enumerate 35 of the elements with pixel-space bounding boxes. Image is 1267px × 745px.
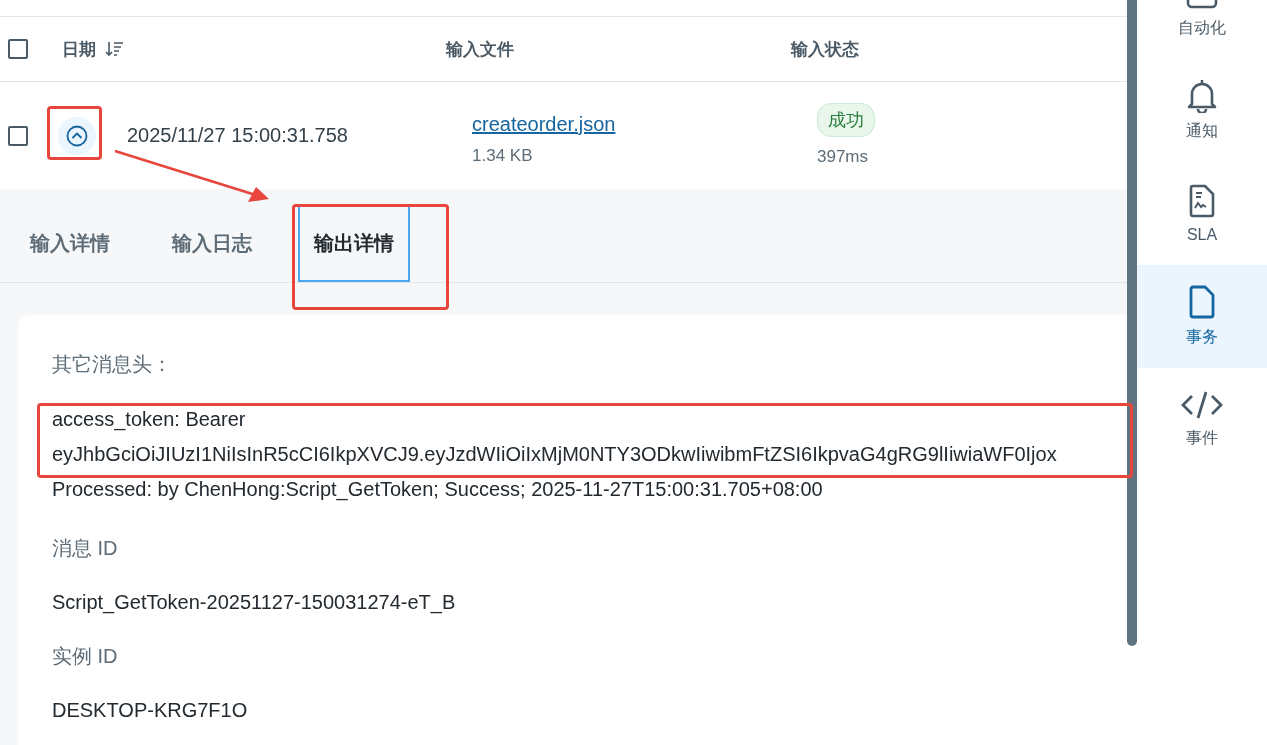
field-value: DESKTOP-KRG7F1O [52,698,249,723]
checkbox[interactable] [8,125,28,146]
sort-icon[interactable] [104,40,124,58]
date-cell-text: 2025/11/27 15:00:31.758 [127,124,349,147]
header-line: Processed: by ChenHong:Script_GetToken; Success; 2025-11-27T15:00:31.705+08:00 [52,477,824,503]
code-icon [1181,390,1223,420]
bell-icon [1187,79,1217,113]
column-header[interactable]: 输入状态 [791,37,859,61]
scrollbar-thumb[interactable] [1127,0,1137,646]
tab[interactable]: 输入日志 [156,204,268,282]
document-icon [1189,183,1215,218]
document-icon [1189,285,1215,319]
header-line: eyJhbGciOiJIUzI1NiIsInR5cCI6IkpXVCJ9.eyJzdWIiOiIxMjM0NTY3ODkwIiwibmFtZSI6IkpvaG4gRG9lIiwiaWF0Ijox [52,442,1058,467]
checkbox[interactable] [8,39,28,59]
field-label: 其它消息头： [52,352,173,377]
file-size: 1.34 KB [472,146,533,166]
column-header[interactable]: 输入文件 [446,37,514,61]
sidebar-item[interactable]: SLA [1137,162,1267,265]
field-label: 消息 ID [52,536,119,561]
header-line: access_token: Bearer [52,407,247,433]
chevron-icon [66,124,88,147]
collapse-button[interactable] [58,116,96,155]
field-label: 实例 ID [52,644,119,669]
duration-text: 397ms [817,146,869,167]
tab[interactable]: 输入详情 [14,204,126,282]
column-header[interactable]: 日期 [62,37,96,61]
tab[interactable]: 输出详情 [298,204,410,282]
status-badge: 成功 [817,102,875,137]
field-value: Script_GetToken-20251127-150031274-eT_B [52,590,457,615]
file-link[interactable]: createorder.json [472,113,616,136]
annotation-box [47,106,102,160]
sidebar-item[interactable]: 通知 [1137,59,1267,162]
sidebar-item[interactable]: 事件 [1137,368,1267,471]
sidebar-item[interactable]: 事务 [1137,265,1267,368]
sidebar-item[interactable]: 自动化 [1137,0,1267,59]
